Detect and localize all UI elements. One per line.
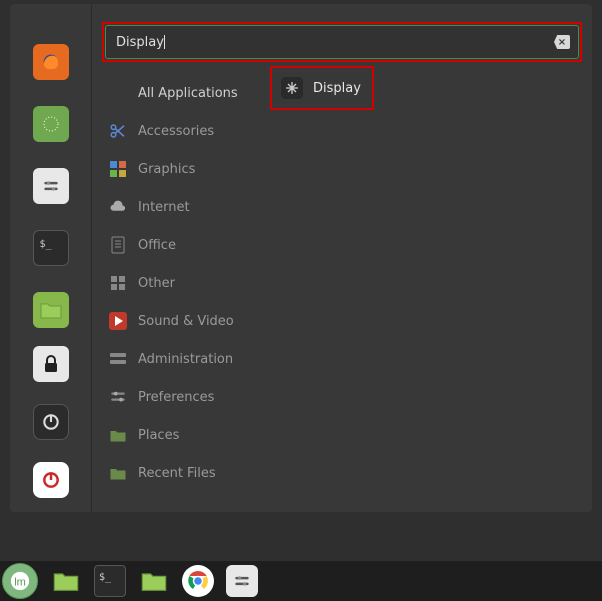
search-input[interactable]: Display × [105, 25, 579, 59]
fav-files[interactable] [33, 292, 69, 328]
svg-text:lm: lm [14, 577, 26, 589]
session-controls [10, 346, 91, 498]
result-highlight: Display [270, 66, 374, 110]
logout-button[interactable] [33, 404, 69, 440]
category-internet[interactable]: Internet [102, 188, 262, 226]
play-icon [108, 311, 128, 331]
category-label: Other [138, 276, 175, 291]
cloud-icon [108, 197, 128, 217]
category-list: All Applications Accessories Graphics [102, 74, 262, 502]
fav-software-manager[interactable] [33, 106, 69, 142]
category-label: Office [138, 238, 176, 253]
taskbar-terminal[interactable]: $_ [94, 565, 126, 597]
fav-system-settings[interactable] [33, 168, 69, 204]
menu-content: All Applications Accessories Graphics [102, 74, 582, 502]
category-label: Internet [138, 200, 190, 215]
folder-icon [108, 463, 128, 483]
category-label: Recent Files [138, 466, 216, 481]
taskbar: lm $_ [0, 561, 602, 601]
results-list: Display [262, 74, 582, 502]
office-icon [108, 235, 128, 255]
category-recent-files[interactable]: Recent Files [102, 454, 262, 492]
display-icon [281, 77, 303, 99]
category-label: Places [138, 428, 179, 443]
favourites-column: $_ [10, 4, 92, 512]
prefs-icon [108, 387, 128, 407]
category-label: Accessories [138, 124, 214, 139]
category-graphics[interactable]: Graphics [102, 150, 262, 188]
fav-terminal[interactable]: $_ [33, 230, 69, 266]
category-label: Preferences [138, 390, 214, 405]
search-highlight: Display × [102, 22, 582, 62]
fav-firefox[interactable] [33, 44, 69, 80]
result-display[interactable]: Display [273, 69, 371, 107]
category-label: All Applications [138, 86, 238, 101]
grid-icon [108, 273, 128, 293]
category-accessories[interactable]: Accessories [102, 112, 262, 150]
category-all-applications[interactable]: All Applications [102, 74, 262, 112]
blank-icon [108, 83, 128, 103]
lock-button[interactable] [33, 346, 69, 382]
category-places[interactable]: Places [102, 416, 262, 454]
result-label: Display [313, 81, 361, 96]
category-other[interactable]: Other [102, 264, 262, 302]
application-menu: $_ Display × [10, 4, 592, 512]
taskbar-system-settings[interactable] [226, 565, 258, 597]
folder-icon [108, 425, 128, 445]
category-preferences[interactable]: Preferences [102, 378, 262, 416]
category-administration[interactable]: Administration [102, 340, 262, 378]
category-sound-video[interactable]: Sound & Video [102, 302, 262, 340]
scissors-icon [108, 121, 128, 141]
admin-icon [108, 349, 128, 369]
menu-button[interactable]: lm [2, 563, 38, 599]
text-caret [164, 35, 165, 49]
graphics-icon [108, 159, 128, 179]
taskbar-files[interactable] [138, 565, 170, 597]
search-value: Display [116, 35, 164, 50]
menu-right-pane: Display × All Applications Accessories [92, 4, 592, 512]
category-label: Administration [138, 352, 233, 367]
shutdown-button[interactable] [33, 462, 69, 498]
category-label: Sound & Video [138, 314, 234, 329]
category-label: Graphics [138, 162, 195, 177]
taskbar-show-desktop[interactable] [50, 565, 82, 597]
clear-search-button[interactable]: × [554, 35, 570, 49]
category-office[interactable]: Office [102, 226, 262, 264]
taskbar-chrome[interactable] [182, 565, 214, 597]
